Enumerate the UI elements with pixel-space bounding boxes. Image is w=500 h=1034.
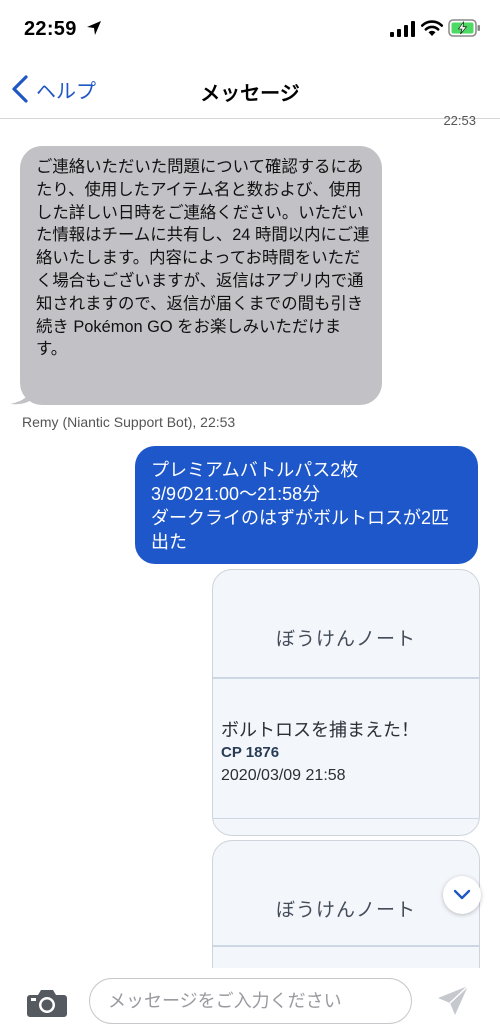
- incoming-message-text: ご連絡いただいた問題について確認するにあたり、使用したアイテム名と数および、使用…: [36, 158, 370, 359]
- page-title: メッセージ: [200, 83, 300, 105]
- cellular-signal-icon: [390, 21, 415, 37]
- status-time: 22:59: [24, 18, 77, 40]
- location-arrow-icon: [87, 21, 101, 35]
- journal-entry-date: 2020/03/09 21:58: [221, 767, 346, 784]
- camera-icon[interactable]: [26, 986, 68, 1018]
- send-icon[interactable]: [436, 984, 470, 1018]
- journal-entry-text: ボルトロスを捕まえた！: [221, 720, 419, 740]
- divider: [213, 945, 479, 947]
- outgoing-message-line: プレミアムバトルパス2枚: [151, 460, 359, 480]
- composer-bar: [0, 968, 500, 1034]
- scroll-to-bottom-button[interactable]: [443, 876, 481, 914]
- status-bar: 22:59: [0, 0, 500, 60]
- journal-title: ぼうけんノート: [275, 629, 416, 650]
- journal-entry-cp: CP 1876: [221, 744, 280, 761]
- screenshot-attachment[interactable]: ぼうけんノート ボルトロスを捕まえた！ CP 1876 2020/03/09 2…: [212, 569, 480, 836]
- navigation-bar: ヘルプ メッセージ: [0, 60, 500, 119]
- incoming-message-bubble: ご連絡いただいた問題について確認するにあたり、使用したアイテム名と数および、使用…: [20, 146, 382, 405]
- message-input[interactable]: [89, 978, 412, 1024]
- outgoing-message-line: 3/9の21:00〜21:58分: [151, 484, 321, 504]
- journal-title: ぼうけんノート: [275, 900, 416, 921]
- wifi-icon: [420, 20, 444, 36]
- sender-caption: Remy (Niantic Support Bot), 22:53: [22, 414, 236, 430]
- divider: [213, 818, 479, 819]
- chevron-down-icon: [453, 889, 471, 900]
- divider: [213, 677, 479, 679]
- outgoing-message-line: ダークライのはずがボルトロスが2匹出た: [151, 508, 450, 552]
- battery-charging-icon: [448, 19, 480, 37]
- message-timestamp: 22:53: [443, 113, 476, 128]
- screenshot-attachment[interactable]: ぼうけんノート: [212, 840, 480, 971]
- outgoing-message-bubble: プレミアムバトルパス2枚 3/9の21:00〜21:58分 ダークライのはずがボ…: [135, 446, 478, 564]
